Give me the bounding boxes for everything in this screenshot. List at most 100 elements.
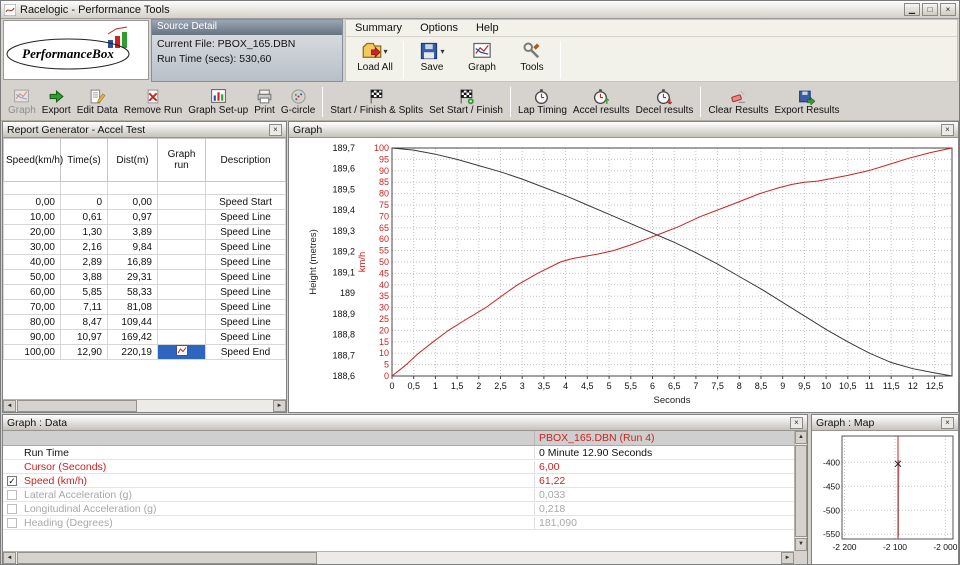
toolbar-accel-results-button[interactable]: Accel results	[570, 87, 633, 117]
menu-options[interactable]: Options	[411, 21, 467, 35]
toolbar-export-button[interactable]: Export	[39, 87, 74, 117]
svg-text:Height (metres): Height (metres)	[308, 229, 319, 294]
toolbar-decel-results-button[interactable]: Decel results	[633, 87, 697, 117]
unchecked-checkbox[interactable]	[7, 517, 17, 528]
maximize-button[interactable]: □	[922, 3, 938, 16]
svg-text:7: 7	[693, 381, 698, 391]
scroll-up-button[interactable]: ▲	[795, 431, 807, 444]
graph-run-cell[interactable]	[157, 239, 206, 255]
report-row[interactable]: 90,00 10,97 169,42 Speed Line	[3, 329, 286, 345]
toolbar-start-finish-splits-button[interactable]: Start / Finish & Splits	[327, 87, 426, 117]
dropdown-arrow-icon[interactable]: ▾	[440, 47, 444, 56]
svg-text:-2 200: -2 200	[832, 542, 856, 552]
toolbar-save-button[interactable]: ▾ Save	[407, 39, 457, 73]
report-row[interactable]: 70,00 7,11 81,08 Speed Line	[3, 299, 286, 315]
graph-run-cell[interactable]	[157, 344, 206, 360]
value-cell: 50,00	[3, 269, 61, 285]
report-row[interactable]: 0,00 0 0,00 Speed Start	[3, 194, 286, 210]
checked-checkbox[interactable]: ✓	[7, 475, 17, 486]
svg-text:-450: -450	[823, 481, 840, 491]
svg-text:189: 189	[340, 288, 355, 298]
scroll-thumb[interactable]	[795, 445, 807, 537]
report-column-header[interactable]: Description	[205, 138, 286, 182]
menu-summary[interactable]: Summary	[346, 21, 411, 35]
svg-text:65: 65	[379, 223, 389, 233]
svg-text:PerformanceBox: PerformanceBox	[22, 46, 114, 61]
graph-map-close-icon[interactable]: ×	[941, 416, 954, 429]
unchecked-checkbox[interactable]	[7, 503, 17, 514]
graph-panel-title: Graph	[293, 123, 323, 136]
toolbar-print-button[interactable]: Print	[251, 87, 278, 117]
scroll-thumb[interactable]	[17, 400, 137, 412]
close-button[interactable]: ×	[940, 3, 956, 16]
map-chart[interactable]: -2 200 -2 100 -2 000 -400 -450 -500 -550	[812, 431, 958, 563]
report-row[interactable]: 30,00 2,16 9,84 Speed Line	[3, 239, 286, 255]
report-column-header[interactable]: Time(s)	[60, 138, 108, 182]
graph-run-cell[interactable]	[157, 314, 206, 330]
value-cell: 0,00	[107, 194, 158, 210]
graph-run-cell[interactable]	[157, 254, 206, 270]
scroll-left-button[interactable]: ◄	[3, 400, 16, 412]
report-column-header[interactable]: Dist(m)	[107, 138, 158, 182]
scroll-thumb[interactable]	[17, 552, 317, 564]
report-row[interactable]: 80,00 8,47 109,44 Speed Line	[3, 314, 286, 330]
svg-text:45: 45	[379, 268, 389, 278]
report-close-icon[interactable]: ×	[269, 123, 282, 136]
toolbar-separator	[510, 86, 511, 117]
toolbar-label: Decel results	[635, 104, 694, 116]
graph-run-cell[interactable]	[157, 299, 206, 315]
svg-text:2,5: 2,5	[494, 381, 507, 391]
report-row[interactable]: 60,00 5,85 58,33 Speed Line	[3, 284, 286, 300]
toolbar-graph-setup-button[interactable]: Graph Set-up	[185, 87, 251, 117]
report-row[interactable]: 20,00 1,30 3,89 Speed Line	[3, 224, 286, 240]
svg-text:9,5: 9,5	[798, 381, 811, 391]
value-cell: 3,88	[60, 269, 108, 285]
svg-text:189,6: 189,6	[332, 164, 355, 174]
toolbar-separator	[322, 86, 324, 117]
scroll-left-button[interactable]: ◄	[3, 552, 16, 564]
value-cell: 90,00	[3, 329, 61, 345]
report-row[interactable]: 50,00 3,88 29,31 Speed Line	[3, 269, 286, 285]
dropdown-arrow-icon[interactable]: ▾	[383, 47, 387, 56]
report-row[interactable]: 10,00 0,61 0,97 Speed Line	[3, 209, 286, 225]
menu-help[interactable]: Help	[467, 21, 508, 35]
app-window: Racelogic - Performance Tools ▁ □ × Perf…	[0, 0, 960, 565]
svg-text:5: 5	[384, 360, 389, 370]
minimize-button[interactable]: ▁	[904, 3, 920, 16]
graph-run-icon[interactable]	[175, 345, 188, 356]
toolbar-clear-results-button[interactable]: Clear Results	[705, 87, 771, 117]
graph-run-cell[interactable]	[157, 209, 206, 225]
data-row-value: 181,090	[539, 516, 577, 529]
graph-run-cell[interactable]	[157, 284, 206, 300]
graph-run-cell[interactable]	[157, 224, 206, 240]
performancebox-logo-graphic: PerformanceBox	[6, 26, 130, 70]
toolbar-set-start-finish-button[interactable]: Set Start / Finish	[426, 87, 506, 117]
toolbar-tools-button[interactable]: Tools	[507, 39, 557, 73]
graph-data-close-icon[interactable]: ×	[790, 416, 803, 429]
scroll-right-button[interactable]: ►	[273, 400, 286, 412]
report-row[interactable]: 40,00 2,89 16,89 Speed Line	[3, 254, 286, 270]
value-cell: 29,31	[107, 269, 158, 285]
graph-run-cell[interactable]	[157, 269, 206, 285]
svg-text:40: 40	[379, 280, 389, 290]
toolbar-edit-data-button[interactable]: Edit Data	[74, 87, 121, 117]
toolbar-remove-run-button[interactable]: Remove Run	[121, 87, 185, 117]
unchecked-checkbox[interactable]	[7, 489, 17, 500]
toolbar-g-circle-button[interactable]: G-circle	[278, 87, 318, 117]
toolbar-export-results-button[interactable]: Export Results	[771, 87, 842, 117]
scroll-down-button[interactable]: ▼	[795, 538, 807, 551]
toolbar-lap-timing-button[interactable]: Lap Timing	[515, 87, 570, 117]
data-row-label: Cursor (Seconds)	[21, 460, 535, 473]
toolbar-load-all-button[interactable]: ▾ Load All	[350, 39, 400, 73]
scroll-right-button[interactable]: ►	[781, 552, 794, 564]
graph-run-cell[interactable]	[157, 194, 206, 210]
graph-run-cell[interactable]	[157, 329, 206, 345]
svg-text:12,5: 12,5	[926, 381, 944, 391]
report-column-header[interactable]: Graph run	[157, 138, 206, 182]
graph-close-icon[interactable]: ×	[941, 123, 954, 136]
speed-height-chart[interactable]: 0 0,5 1 1,5 2 2,5 3 3,5 4 4,5 5 5,5 6 6,5 7 7,5 8 8,5 9 9,5…	[289, 138, 958, 412]
toolbar-graph-button[interactable]: Graph	[457, 39, 507, 73]
description-cell: Speed End	[205, 344, 286, 360]
report-row[interactable]: 100,00 12,90 220,19 Speed End	[3, 344, 286, 360]
report-column-header[interactable]: Speed(km/h)	[3, 138, 63, 182]
